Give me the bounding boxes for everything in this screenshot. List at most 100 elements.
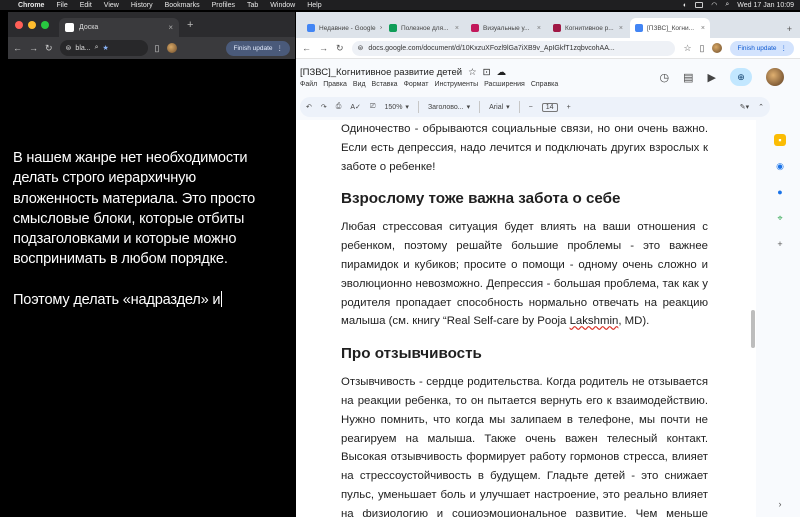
more-vert-icon[interactable]: ⋮ [277,44,284,52]
doc-menu-format[interactable]: Формат [404,81,429,88]
style-select[interactable]: Заголово... ▾ [428,103,470,112]
back-icon[interactable]: ← [302,43,311,53]
font-size-increase-icon[interactable]: + [567,104,571,111]
search-icon[interactable]: ⌕ [725,1,729,9]
close-tab-icon[interactable]: × [701,25,705,32]
clock[interactable]: Wed 17 Jan 10:09 [737,2,794,9]
forward-icon[interactable]: → [29,43,38,53]
minimize-window-button[interactable] [28,20,36,29]
tab-visual[interactable]: Визуальные у... × [466,18,546,38]
address-bar[interactable]: ⊜ docs.google.com/document/d/10KxzuXFozl… [351,40,676,56]
maps-icon[interactable]: ⌖ [774,212,786,224]
battery-icon[interactable] [695,2,704,8]
contacts-icon[interactable]: ● [774,186,786,198]
doc-content[interactable]: Одиночество - обрываются социальные связ… [341,120,708,517]
cloud-status-icon[interactable]: ☁ [497,67,507,78]
undo-icon[interactable]: ↶ [306,103,312,111]
chevron-right-icon[interactable]: › [779,499,782,509]
scrollbar-thumb[interactable] [751,310,755,348]
tab-title: Недавние - Google [319,24,376,32]
side-panel-icon[interactable]: ▯ [700,43,705,54]
menu-help[interactable]: Help [307,2,321,9]
close-tab-icon[interactable]: × [168,23,173,32]
side-panel-icon[interactable]: ▯ [155,43,160,54]
doc-menu-help[interactable]: Справка [531,81,558,88]
menu-tab[interactable]: Tab [247,2,258,9]
board-text[interactable]: В нашем жанре нет необходимости делать с… [13,148,283,330]
site-info-icon[interactable]: ⊜ [358,44,364,52]
paint-format-icon[interactable]: ⎚ [370,103,376,111]
more-vert-icon[interactable]: ⋮ [781,44,788,52]
doc-menu-insert[interactable]: Вставка [372,81,398,88]
print-icon[interactable]: ⎙ [336,103,342,111]
divider [479,101,481,113]
menu-view[interactable]: View [104,2,119,9]
back-icon[interactable]: ← [13,43,22,53]
bookmark-star-icon[interactable]: ☆ [683,43,691,54]
close-window-button[interactable] [15,20,23,29]
collapse-menu-icon[interactable]: ⌃ [758,103,764,111]
reload-icon[interactable]: ↻ [45,43,53,54]
tab-cognitive[interactable]: Когнитивное р... × [548,18,628,38]
right-tab-bar: Недавние - Google × Полезное для... × Ви… [296,12,800,38]
site-info-icon[interactable]: ⊜ [66,44,72,52]
menu-history[interactable]: History [131,2,153,9]
close-tab-icon[interactable]: × [455,25,459,32]
new-tab-icon[interactable]: + [187,19,193,31]
address-bar[interactable]: ⊜ bla... ⌕ ★ [59,40,148,56]
doc-title[interactable]: [ПЗВС]_Когнитивное развитие детей [300,67,462,78]
redo-icon[interactable]: ↷ [321,103,327,111]
spellcheck-icon[interactable]: A✓ [350,103,361,111]
tasks-icon[interactable]: ◉ [774,160,786,172]
tab-recent-google[interactable]: Недавние - Google × [302,18,382,38]
wifi-icon[interactable]: ◠ [711,1,717,9]
control-center-icon[interactable]: ◐ [683,2,687,9]
close-tab-icon[interactable]: × [619,25,623,32]
forward-icon[interactable]: → [319,43,328,53]
close-tab-icon[interactable]: × [380,25,382,32]
menu-bookmarks[interactable]: Bookmarks [165,2,200,9]
text-cursor [221,290,223,307]
add-addon-icon[interactable]: + [774,238,786,250]
menu-profiles[interactable]: Profiles [212,2,235,9]
zoom-icon[interactable]: ⌕ [95,44,99,52]
comments-icon[interactable]: ▤ [683,71,693,84]
bookmark-star-icon[interactable]: ★ [103,44,109,52]
star-icon[interactable]: ☆ [468,67,477,78]
share-button[interactable]: ⊕ [730,68,752,86]
profile-avatar[interactable] [166,43,177,53]
menu-file[interactable]: File [56,2,67,9]
profile-avatar[interactable] [712,43,723,53]
keep-icon[interactable]: ▪ [774,134,786,146]
doc-page[interactable]: Одиночество - обрываются социальные связ… [296,120,756,517]
menu-app-name[interactable]: Chrome [18,2,44,9]
doc-menu-extensions[interactable]: Расширения [484,81,525,88]
board-paragraph-2: Поэтому делать «надраздел» и [13,290,283,310]
font-size-input[interactable]: 14 [541,102,558,112]
close-tab-icon[interactable]: × [537,25,541,32]
meet-icon[interactable]: ▶ [708,71,716,84]
font-size-decrease-icon[interactable]: − [529,104,533,111]
zoom-select[interactable]: 150% ▾ [385,103,409,112]
macos-menubar: Chrome File Edit View History Bookmarks … [0,0,800,10]
doc-menu-edit[interactable]: Правка [323,81,347,88]
reload-icon[interactable]: ↻ [336,43,344,54]
doc-menu-tools[interactable]: Инструменты [434,81,478,88]
account-avatar[interactable] [766,68,784,86]
tab-doska[interactable]: Доска × [59,18,179,37]
new-tab-icon[interactable]: + [787,24,792,34]
editing-mode-icon[interactable]: ✎▾ [740,103,749,111]
tab-useful[interactable]: Полезное для... × [384,18,464,38]
font-select[interactable]: Arial ▾ [489,103,510,112]
maximize-window-button[interactable] [41,20,49,29]
paragraph-loneliness: Одиночество - обрываются социальные связ… [341,123,708,173]
finish-update-button[interactable]: Finish update ⋮ [730,40,794,56]
finish-update-button[interactable]: Finish update ⋮ [226,40,290,56]
doc-menu-file[interactable]: Файл [300,81,317,88]
history-icon[interactable]: ◷ [660,71,670,84]
move-folder-icon[interactable]: ⊡ [483,67,491,78]
menu-window[interactable]: Window [270,2,295,9]
doc-menu-view[interactable]: Вид [353,81,366,88]
menu-edit[interactable]: Edit [80,2,92,9]
tab-pzvs-doc[interactable]: [ПЗВС]_Когни... × [630,18,710,38]
